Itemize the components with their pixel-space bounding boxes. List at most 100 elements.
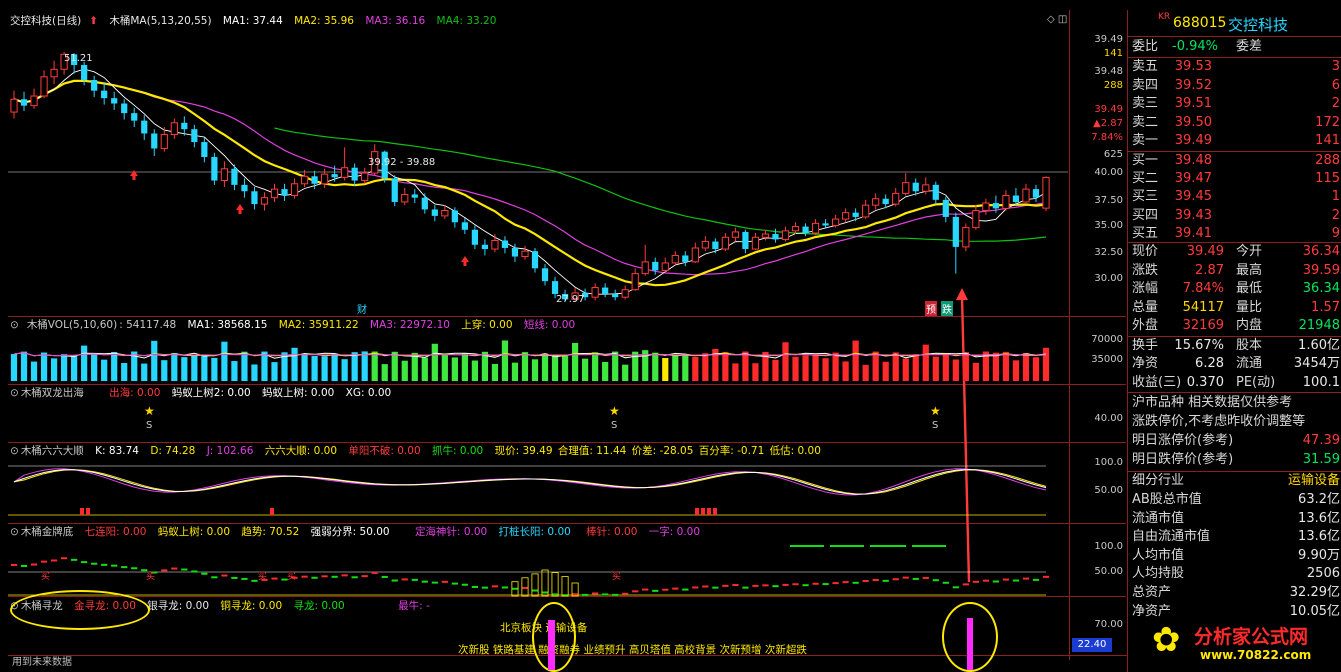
stat-label-2: 内盘	[1236, 318, 1263, 334]
weicha-label: 委差	[1236, 39, 1263, 54]
volume-bar	[211, 357, 218, 381]
vol-ma2: MA2: 35911.22	[278, 319, 359, 331]
candle-body	[602, 287, 609, 294]
dt-row: 明日跌停价(参考) 31.59	[1130, 451, 1340, 469]
weibi-label: 委比	[1132, 39, 1159, 54]
volume-bar	[702, 353, 709, 381]
jinpai-qilianyang: 七连阳: 0.00	[84, 526, 147, 538]
candle-body	[111, 98, 118, 104]
trend-marker	[1002, 578, 1010, 581]
candle-body	[942, 199, 949, 217]
stat2-label: 净资	[1132, 356, 1159, 372]
quote-header: KR 688015 交控科技	[1128, 10, 1341, 36]
axis-price2: 39.48	[1094, 66, 1123, 77]
volume-bar	[221, 341, 228, 381]
candle-body	[251, 191, 258, 205]
trend-marker	[862, 580, 869, 583]
trend-marker	[692, 586, 699, 589]
settings-icon[interactable]: ⊙	[10, 526, 19, 538]
shuanglong-name: 木桶双龙出海	[20, 387, 84, 399]
dapo-bar	[561, 576, 569, 597]
candle-body	[91, 79, 98, 91]
sell-volume: 3	[1331, 59, 1340, 74]
fin-value: 13.6亿	[1298, 510, 1340, 526]
settings-icon[interactable]: ⊙	[10, 387, 19, 399]
candle-body	[191, 129, 198, 143]
candle-body	[521, 250, 529, 258]
fin-value: 2506	[1306, 566, 1340, 582]
trend-marker	[341, 574, 348, 577]
vol-value: : 54117.48	[119, 319, 177, 331]
volume-bar	[291, 347, 298, 381]
jinpai-panel-header: ⊙ 木桶金牌底 七连阳: 0.00 蚂蚁上树: 0.00 趋势: 70.52 强弱…	[10, 525, 708, 539]
strong-marker	[912, 545, 946, 547]
dapo-bar	[521, 577, 529, 597]
trend-marker	[10, 564, 18, 567]
candle-body	[822, 223, 829, 226]
hs-title-text: 沪市品种 相关数据仅供参考	[1132, 395, 1293, 410]
candle-body	[912, 182, 919, 192]
pointer-arrow-head	[956, 288, 968, 300]
xunlong-tong: 铜寻龙: 0.00	[220, 600, 283, 612]
volume-bar	[882, 361, 889, 381]
volume-bar	[802, 355, 809, 381]
volume-bar	[952, 359, 959, 381]
chart-root: 交控科技(日线) ⬆ 木桶MA(5,13,20,55) MA1: 37.44 MA…	[0, 0, 1341, 672]
liuliu-helizhi: 合理值: 11.44	[557, 445, 627, 457]
trend-marker	[301, 575, 308, 578]
industry-value[interactable]: 运输设备	[1288, 472, 1340, 490]
volume-bar	[401, 360, 408, 381]
candle-body	[982, 202, 990, 212]
trend-marker	[371, 571, 378, 574]
settings-icon[interactable]: ⊙	[10, 445, 19, 457]
trend-marker	[872, 579, 879, 582]
concepts-line: 次新股 铁路基建 融资融券 业绩预升 高贝塔值 高校背景 次新预增 次新超跌	[458, 644, 807, 656]
price-chart[interactable]	[0, 0, 1128, 672]
danyang-bar	[707, 508, 711, 515]
candle-body	[551, 281, 559, 294]
trend-marker	[992, 580, 1000, 583]
stat-row: 现价 39.49 今开 36.34	[1130, 243, 1340, 261]
trend-marker	[451, 582, 458, 585]
settings-icon[interactable]: ⊙	[10, 319, 19, 331]
trend-marker	[802, 584, 809, 587]
stat-value: 54117	[1182, 299, 1224, 315]
trend-marker	[201, 572, 208, 575]
candle-body	[932, 184, 939, 200]
range-label: 39.92 - 39.88	[368, 157, 436, 168]
stat-row: 外盘 32169 内盘 21948	[1130, 317, 1340, 335]
stat-label: 现价	[1132, 244, 1159, 259]
volume-bar	[571, 342, 579, 381]
buy-label: 买五	[1132, 225, 1159, 241]
trend-marker	[672, 587, 679, 590]
sell-row: 卖二 39.50 172	[1130, 114, 1340, 132]
ma1-line	[13, 68, 1047, 295]
volume-bar	[531, 359, 539, 381]
stat-row: 涨幅 7.84% 最低 36.34	[1130, 280, 1340, 298]
sell-row: 卖五 39.53 3	[1130, 58, 1340, 76]
trend-marker	[592, 592, 599, 595]
volume-bar	[171, 353, 178, 381]
stock-label: 交控科技(日线)	[10, 15, 82, 27]
window-controls-icon[interactable]: ◇ ◫	[1047, 14, 1067, 25]
buy-row: 买二 39.47 115	[1130, 170, 1340, 188]
candle-body	[491, 239, 499, 250]
candle-body	[300, 175, 309, 185]
candle-body	[772, 234, 779, 240]
volume-bar	[812, 354, 819, 381]
candle-body	[241, 184, 248, 192]
candle-body	[461, 222, 468, 230]
liuliu-tick: 100.0	[1094, 457, 1123, 468]
candle-body	[481, 244, 489, 250]
axis-tick: 37.50	[1094, 195, 1123, 206]
candle-body	[712, 241, 719, 250]
volume-bar	[421, 357, 428, 381]
sell-price: 39.50	[1174, 114, 1212, 130]
trend-marker	[271, 577, 278, 580]
candle-body	[121, 103, 128, 114]
volume-bar	[892, 352, 899, 381]
volume-bar	[451, 357, 458, 381]
candle-body	[501, 240, 509, 248]
candle-body	[641, 261, 649, 275]
volume-bar	[311, 355, 318, 381]
